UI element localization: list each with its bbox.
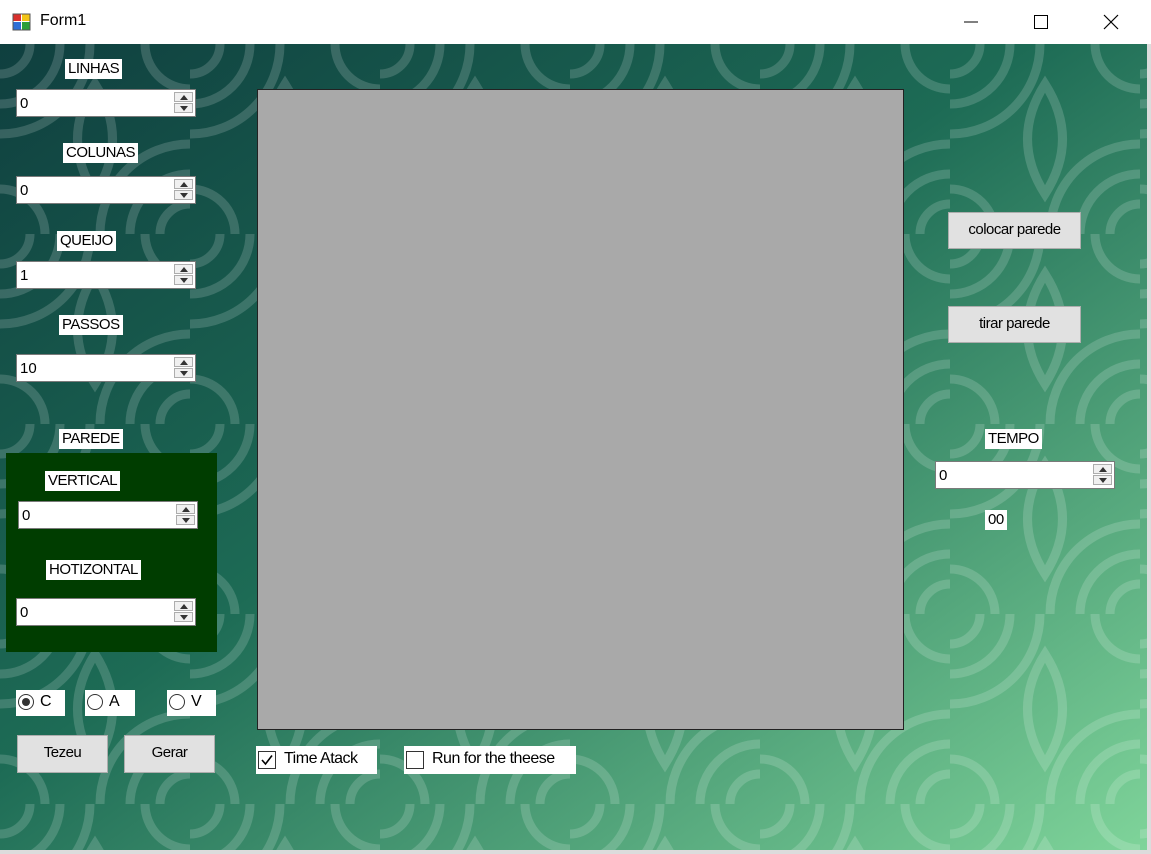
radio-a[interactable]: A (85, 690, 135, 716)
passos-stepper[interactable] (16, 354, 196, 382)
colunas-label: COLUNAS (63, 143, 139, 163)
arrow-down-icon (180, 193, 188, 198)
radio-circle (18, 694, 34, 710)
arrow-down-icon (180, 106, 188, 111)
vertical-stepper[interactable] (18, 501, 198, 529)
radio-c[interactable]: C (16, 690, 65, 716)
queijo-stepper[interactable] (16, 261, 196, 289)
passos-label: PASSOS (59, 315, 123, 335)
tirar-parede-button[interactable]: tirar parede (948, 306, 1081, 343)
maximize-icon (1034, 15, 1048, 29)
vertical-label: VERTICAL (45, 471, 121, 491)
spin-down-button[interactable] (1093, 475, 1112, 485)
radio-selected-dot (22, 698, 30, 706)
tempo-label: TEMPO (985, 429, 1042, 449)
colocar-parede-button[interactable]: colocar parede (948, 212, 1081, 249)
close-icon (1103, 14, 1119, 30)
window-title: Form1 (40, 12, 87, 29)
tempo-stepper[interactable] (935, 461, 1115, 489)
maze-canvas[interactable] (257, 89, 904, 730)
arrow-down-icon (182, 518, 190, 523)
arrow-up-icon (180, 604, 188, 609)
arrow-up-icon (180, 360, 188, 365)
vertical-spin[interactable] (176, 504, 195, 526)
app-icon (12, 13, 31, 31)
arrow-down-icon (180, 615, 188, 620)
arrow-down-icon (1099, 478, 1107, 483)
spin-down-button[interactable] (174, 368, 193, 378)
minimize-icon (964, 21, 978, 23)
spin-down-button[interactable] (176, 515, 195, 525)
spin-up-button[interactable] (174, 264, 193, 274)
spin-down-button[interactable] (174, 612, 193, 622)
arrow-up-icon (180, 267, 188, 272)
arrow-up-icon (1099, 467, 1107, 472)
time-atack-label: Time Atack (284, 750, 358, 767)
close-button[interactable] (1076, 0, 1146, 44)
queijo-spin[interactable] (174, 264, 193, 286)
radio-a-label: A (109, 693, 120, 710)
arrow-down-icon (180, 371, 188, 376)
spin-up-button[interactable] (174, 357, 193, 367)
spin-up-button[interactable] (174, 92, 193, 102)
gerar-button[interactable]: Gerar (124, 735, 215, 773)
colunas-spin[interactable] (174, 179, 193, 201)
linhas-label: LINHAS (65, 59, 123, 79)
horizontal-input[interactable] (18, 599, 172, 625)
checkbox-box (406, 751, 424, 769)
run-for-cheese-checkbox[interactable]: Run for the theese (404, 746, 576, 774)
tempo-input[interactable] (937, 462, 1091, 488)
tempo-spin[interactable] (1093, 464, 1112, 486)
spin-up-button[interactable] (174, 601, 193, 611)
spin-up-button[interactable] (1093, 464, 1112, 474)
spin-down-button[interactable] (174, 275, 193, 285)
spin-down-button[interactable] (174, 190, 193, 200)
radio-c-label: C (40, 693, 52, 710)
spin-up-button[interactable] (174, 179, 193, 189)
linhas-input[interactable] (18, 90, 172, 116)
tezeu-button[interactable]: Tezeu (17, 735, 108, 773)
time-atack-checkbox[interactable]: Time Atack (256, 746, 377, 774)
queijo-input[interactable] (18, 262, 172, 288)
horizontal-stepper[interactable] (16, 598, 196, 626)
checkbox-box (258, 751, 276, 769)
linhas-stepper[interactable] (16, 89, 196, 117)
window-border-right (1147, 44, 1151, 854)
colunas-input[interactable] (18, 177, 172, 203)
window-border-bottom (0, 850, 1151, 854)
radio-circle (87, 694, 103, 710)
parede-label: PAREDE (59, 429, 123, 449)
arrow-up-icon (180, 95, 188, 100)
vertical-input[interactable] (20, 502, 174, 528)
radio-v-label: V (191, 693, 202, 710)
spin-up-button[interactable] (176, 504, 195, 514)
linhas-spin[interactable] (174, 92, 193, 114)
radio-circle (169, 694, 185, 710)
maximize-button[interactable] (1006, 0, 1076, 44)
timer-display: 00 (985, 510, 1007, 530)
run-for-cheese-label: Run for the theese (432, 750, 555, 767)
horizontal-spin[interactable] (174, 601, 193, 623)
passos-spin[interactable] (174, 357, 193, 379)
horizontal-label: HOTIZONTAL (46, 560, 141, 580)
arrow-up-icon (182, 507, 190, 512)
title-bar: Form1 (0, 0, 1151, 44)
queijo-label: QUEIJO (57, 231, 116, 251)
spin-down-button[interactable] (174, 103, 193, 113)
radio-v[interactable]: V (167, 690, 216, 716)
passos-input[interactable] (18, 355, 172, 381)
colunas-stepper[interactable] (16, 176, 196, 204)
arrow-down-icon (180, 278, 188, 283)
arrow-up-icon (180, 182, 188, 187)
checkmark-icon (261, 755, 273, 766)
minimize-button[interactable] (936, 0, 1006, 44)
